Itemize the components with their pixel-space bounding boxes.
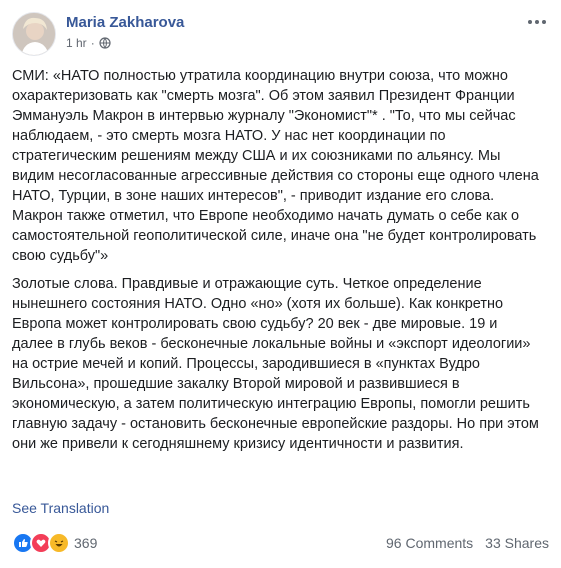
post-paragraph-1: СМИ: «НАТО полностью утратила координаци… <box>12 68 539 264</box>
post-stats: 96 Comments 33 Shares <box>386 535 549 551</box>
more-options-icon[interactable] <box>525 14 549 30</box>
author-avatar[interactable] <box>12 12 56 56</box>
avatar-portrait-icon <box>13 13 55 55</box>
post-meta: 1 hr · <box>66 36 111 50</box>
see-translation-link[interactable]: See Translation <box>12 500 109 516</box>
shares-count[interactable]: 33 Shares <box>485 535 549 551</box>
globe-icon[interactable] <box>99 37 111 49</box>
post-paragraph-2: Золотые слова. Правдивые и отражающие су… <box>12 276 539 452</box>
meta-separator: · <box>90 36 95 50</box>
haha-reaction-icon <box>48 532 70 554</box>
facebook-post: Maria Zakharova 1 hr · СМИ: «НАТО полнос… <box>0 0 561 568</box>
reactions-count: 369 <box>74 535 98 551</box>
comments-count[interactable]: 96 Comments <box>386 535 473 551</box>
post-header: Maria Zakharova 1 hr · <box>12 12 549 56</box>
post-footer: 369 96 Comments 33 Shares <box>12 528 549 558</box>
post-text: СМИ: «НАТО полностью утратила координаци… <box>12 66 542 462</box>
author-name[interactable]: Maria Zakharova <box>66 14 184 31</box>
post-time[interactable]: 1 hr <box>66 36 87 50</box>
reactions-summary[interactable]: 369 <box>12 532 97 554</box>
